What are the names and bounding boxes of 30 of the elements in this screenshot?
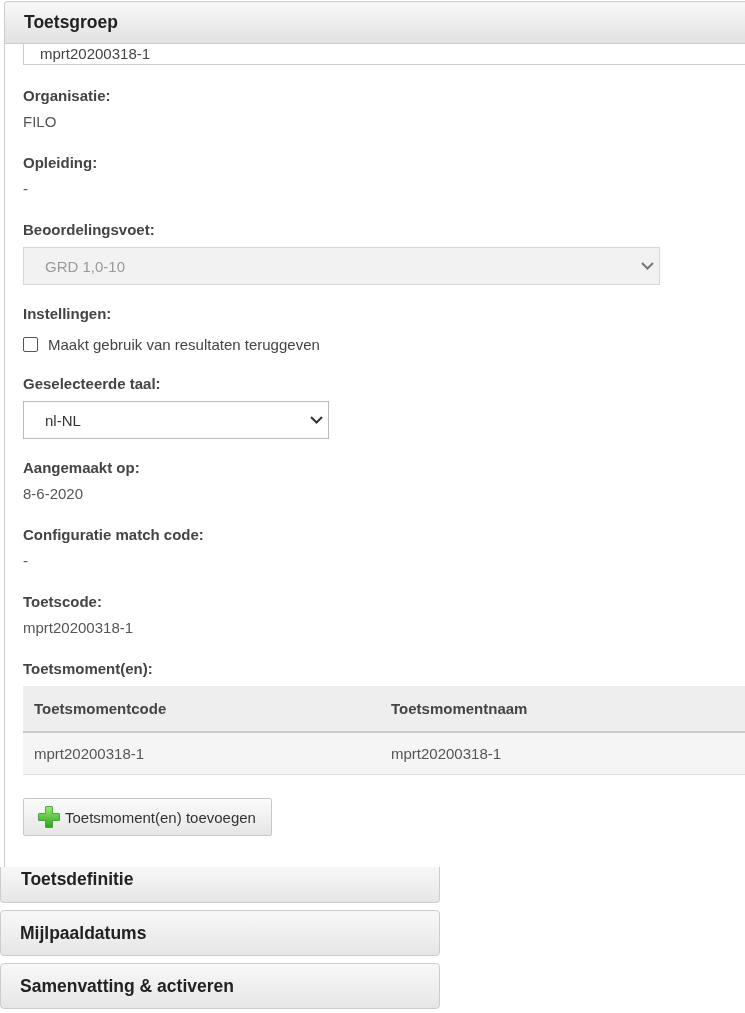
field-label: Geselecteerde taal:	[23, 374, 162, 394]
field-label: Aangemaakt op:	[23, 458, 141, 478]
plus-icon	[38, 806, 60, 828]
column-header: Toetsmomentnaam	[380, 686, 745, 733]
table-cell: mprt20200318-1	[380, 733, 745, 775]
table-cell: mprt20200318-1	[23, 733, 380, 775]
field-label: Configuratie match code:	[23, 525, 205, 545]
field-value: -	[23, 179, 29, 199]
section-header[interactable]: Mijlpaaldatums	[0, 910, 440, 956]
field-label: Opleiding:	[23, 153, 99, 173]
checkbox[interactable]	[23, 336, 38, 352]
section-header[interactable]: Toetsdefinitie	[0, 867, 440, 903]
section-header[interactable]: Toetsgroep	[4, 1, 745, 44]
add-button[interactable]: Toetsmoment(en) toevoegen	[23, 798, 272, 836]
field-label: Beoordelingsvoet:	[23, 220, 156, 240]
dropdown[interactable]: nl-NL	[23, 401, 329, 439]
checkbox-label[interactable]: Maakt gebruik van resultaten teruggeven	[48, 335, 320, 353]
field-label: Toetscode:	[23, 592, 103, 612]
field-value: -	[23, 551, 29, 571]
field-value: 8-6-2020	[23, 484, 85, 504]
section-header[interactable]: Samenvatting & activeren	[0, 963, 440, 1009]
field-label: Toetsmoment(en):	[23, 659, 154, 679]
text-field[interactable]: mprt20200318-1	[23, 44, 745, 65]
column-header: Toetsmomentcode	[23, 686, 380, 733]
field-value: FILO	[23, 112, 58, 132]
chevron-down-icon	[641, 262, 654, 270]
field-label: Organisatie:	[23, 86, 112, 106]
field-value: mprt20200318-1	[23, 618, 135, 638]
chevron-down-icon	[310, 416, 323, 424]
field-label: Instellingen:	[23, 304, 113, 324]
